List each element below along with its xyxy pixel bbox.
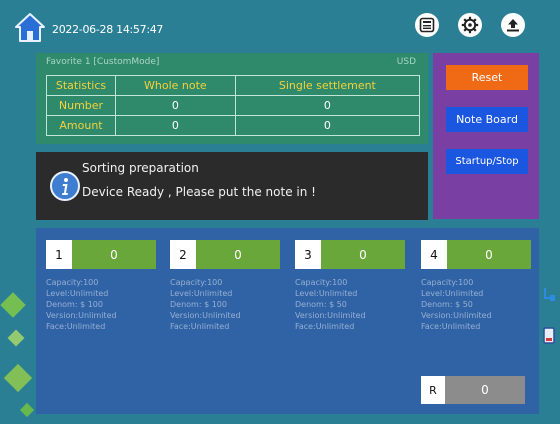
decorative-diamond <box>7 329 25 347</box>
pocket-level: Level:Unlimited <box>46 289 109 298</box>
pocket-face: Face:Unlimited <box>46 322 106 331</box>
home-button[interactable] <box>14 11 46 43</box>
network-icon <box>544 288 555 301</box>
table-cell: 0 <box>234 95 421 116</box>
info-icon <box>50 171 80 201</box>
column-header: Single settlement <box>234 75 421 96</box>
pocket-version: Version:Unlimited <box>421 311 492 320</box>
pocket-count: 0 <box>72 240 156 269</box>
column-header: Statistics <box>46 75 116 96</box>
pocket-denom: Denom: $ 100 <box>46 300 103 309</box>
pocket-level: Level:Unlimited <box>421 289 484 298</box>
table-header-row: Statistics Whole note Single settlement <box>46 75 421 96</box>
reject-pocket[interactable]: R 0 <box>421 376 525 404</box>
message-panel: Sorting preparation Device Ready , Pleas… <box>36 152 428 220</box>
control-panel: Reset Note Board Startup/Stop <box>433 53 539 219</box>
pocket-2-header[interactable]: 2 0 <box>170 240 280 269</box>
statistics-panel: Favorite 1 [CustomMode] USD Statistics W… <box>36 53 428 144</box>
table-row: Amount 0 0 <box>46 115 421 136</box>
save-button[interactable] <box>415 13 439 37</box>
decorative-diamond <box>19 402 35 418</box>
device-icon <box>543 327 555 344</box>
mode-label: Favorite 1 [CustomMode] <box>46 57 160 67</box>
pocket-version: Version:Unlimited <box>295 311 366 320</box>
pocket-capacity: Capacity:100 <box>170 278 223 287</box>
gear-icon <box>461 16 479 34</box>
table-cell: 0 <box>115 95 236 116</box>
upload-button[interactable] <box>501 13 525 37</box>
reject-label: R <box>421 376 445 404</box>
main-screen: 2022-06-28 14:57:47 Favorite 1 [CustomMo… <box>0 0 560 424</box>
reset-button[interactable]: Reset <box>446 65 528 90</box>
pocket-number: 2 <box>170 240 196 269</box>
settings-button[interactable] <box>458 13 482 37</box>
save-icon <box>419 17 435 33</box>
pocket-number: 4 <box>421 240 447 269</box>
pocket-2-info: Capacity:100 Level:Unlimited Denom: $ 10… <box>170 277 241 332</box>
table-cell: 0 <box>115 115 236 136</box>
pocket-level: Level:Unlimited <box>295 289 358 298</box>
message-title: Sorting preparation <box>82 161 199 175</box>
pocket-capacity: Capacity:100 <box>421 278 474 287</box>
pocket-capacity: Capacity:100 <box>295 278 348 287</box>
info-glyph <box>62 178 68 195</box>
pocket-denom: Denom: $ 100 <box>170 300 227 309</box>
pocket-count: 0 <box>447 240 531 269</box>
row-header: Amount <box>46 115 116 136</box>
pocket-level: Level:Unlimited <box>170 289 233 298</box>
pocket-3-info: Capacity:100 Level:Unlimited Denom: $ 50… <box>295 277 366 332</box>
decorative-diamond <box>3 363 33 393</box>
column-header: Whole note <box>115 75 236 96</box>
pockets-panel: 1 0 Capacity:100 Level:Unlimited Denom: … <box>36 228 539 414</box>
pocket-face: Face:Unlimited <box>170 322 230 331</box>
pocket-4-info: Capacity:100 Level:Unlimited Denom: $ 50… <box>421 277 492 332</box>
pocket-3-header[interactable]: 3 0 <box>295 240 405 269</box>
pocket-count: 0 <box>321 240 405 269</box>
pocket-denom: Denom: $ 50 <box>421 300 473 309</box>
currency-label: USD <box>396 57 416 67</box>
decorative-diamond <box>0 292 26 318</box>
pocket-face: Face:Unlimited <box>421 322 481 331</box>
startup-stop-button[interactable]: Startup/Stop <box>446 149 528 174</box>
pocket-denom: Denom: $ 50 <box>295 300 347 309</box>
pocket-number: 1 <box>46 240 72 269</box>
message-text: Device Ready , Please put the note in ! <box>82 185 316 199</box>
datetime-display: 2022-06-28 14:57:47 <box>52 23 164 36</box>
reject-count: 0 <box>445 376 525 404</box>
pocket-number: 3 <box>295 240 321 269</box>
home-icon <box>15 13 45 42</box>
statistics-table: Statistics Whole note Single settlement … <box>46 75 421 136</box>
note-board-button[interactable]: Note Board <box>446 107 528 132</box>
pocket-4-header[interactable]: 4 0 <box>421 240 531 269</box>
pocket-version: Version:Unlimited <box>170 311 241 320</box>
table-row: Number 0 0 <box>46 95 421 116</box>
pocket-count: 0 <box>196 240 280 269</box>
row-header: Number <box>46 95 116 116</box>
upload-icon <box>507 19 519 32</box>
pocket-face: Face:Unlimited <box>295 322 355 331</box>
table-cell: 0 <box>234 115 421 136</box>
pocket-version: Version:Unlimited <box>46 311 117 320</box>
pocket-1-header[interactable]: 1 0 <box>46 240 156 269</box>
pocket-capacity: Capacity:100 <box>46 278 99 287</box>
pocket-1-info: Capacity:100 Level:Unlimited Denom: $ 10… <box>46 277 117 332</box>
